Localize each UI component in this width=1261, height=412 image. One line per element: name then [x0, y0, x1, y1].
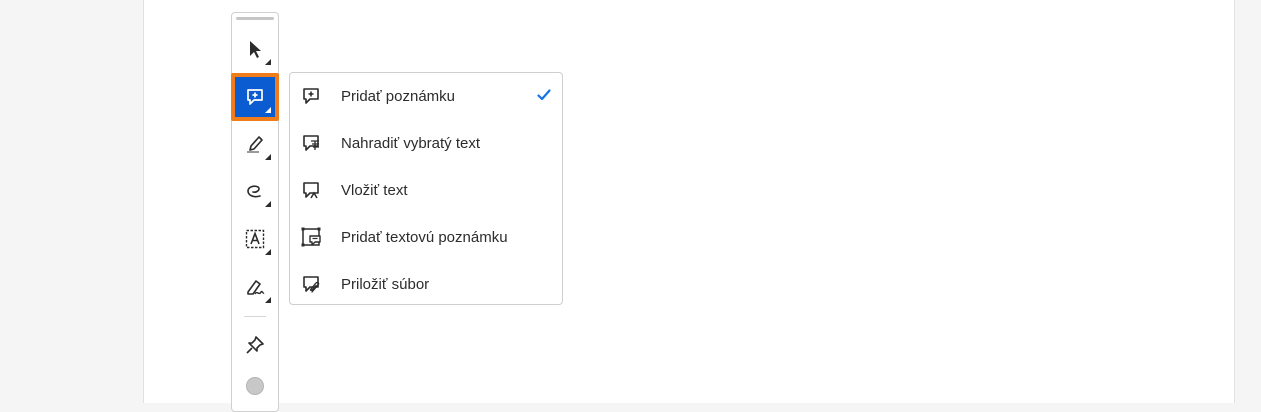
- comment-replace-text-icon: [303, 135, 319, 151]
- comment-plus-icon: [303, 88, 319, 104]
- menu-item-add-text-note[interactable]: Pridať textovú poznámku: [290, 215, 562, 259]
- color-picker-button[interactable]: [235, 366, 275, 406]
- comment-insert-text-icon: [303, 182, 319, 199]
- comment-attach-icon: [303, 276, 320, 293]
- submenu-indicator: [265, 59, 271, 65]
- menu-item-label: Priložiť súbor: [341, 276, 430, 293]
- highlight-tool-button[interactable]: [235, 124, 275, 164]
- select-tool-button[interactable]: [235, 29, 275, 69]
- menu-item-label: Pridať textovú poznámku: [341, 229, 508, 246]
- gray-circle-icon: [246, 377, 264, 395]
- annotation-toolbar: [231, 12, 279, 412]
- sign-tool-button[interactable]: [235, 267, 275, 307]
- menu-item-add-note[interactable]: Pridať poznámku: [290, 74, 562, 118]
- menu-item-label: Pridať poznámku: [341, 88, 456, 105]
- menu-item-label: Vložiť text: [341, 182, 408, 199]
- submenu-indicator: [265, 107, 271, 113]
- arrow-pointer-icon: [250, 41, 261, 58]
- highlighter-icon: [247, 136, 263, 153]
- checkmark-icon: [537, 89, 551, 101]
- comment-plus-icon: [247, 89, 263, 105]
- pen-sign-icon: [247, 280, 265, 295]
- text-callout-icon: [301, 227, 321, 247]
- submenu-indicator: [265, 154, 271, 160]
- submenu-indicator: [265, 249, 271, 255]
- freehand-loop-icon: [247, 185, 261, 198]
- menu-item-attach-file[interactable]: Priložiť súbor: [290, 262, 562, 306]
- stamp-tool-button[interactable]: [235, 325, 275, 365]
- menu-item-replace-text[interactable]: Nahradiť vybratý text: [290, 121, 562, 165]
- text-box-icon: [245, 229, 265, 249]
- draw-tool-button[interactable]: [235, 171, 275, 211]
- add-note-tool-button[interactable]: [231, 73, 279, 121]
- submenu-indicator: [265, 201, 271, 207]
- pin-icon: [246, 336, 264, 354]
- menu-item-insert-text[interactable]: Vložiť text: [290, 168, 562, 212]
- toolbar-drag-handle[interactable]: [236, 17, 274, 20]
- submenu-indicator: [265, 297, 271, 303]
- menu-item-label: Nahradiť vybratý text: [341, 135, 481, 152]
- text-box-tool-button[interactable]: [235, 219, 275, 259]
- add-note-submenu: Pridať poznámku Nahradiť vybratý text Vl…: [289, 72, 563, 305]
- toolbar-divider: [244, 316, 266, 317]
